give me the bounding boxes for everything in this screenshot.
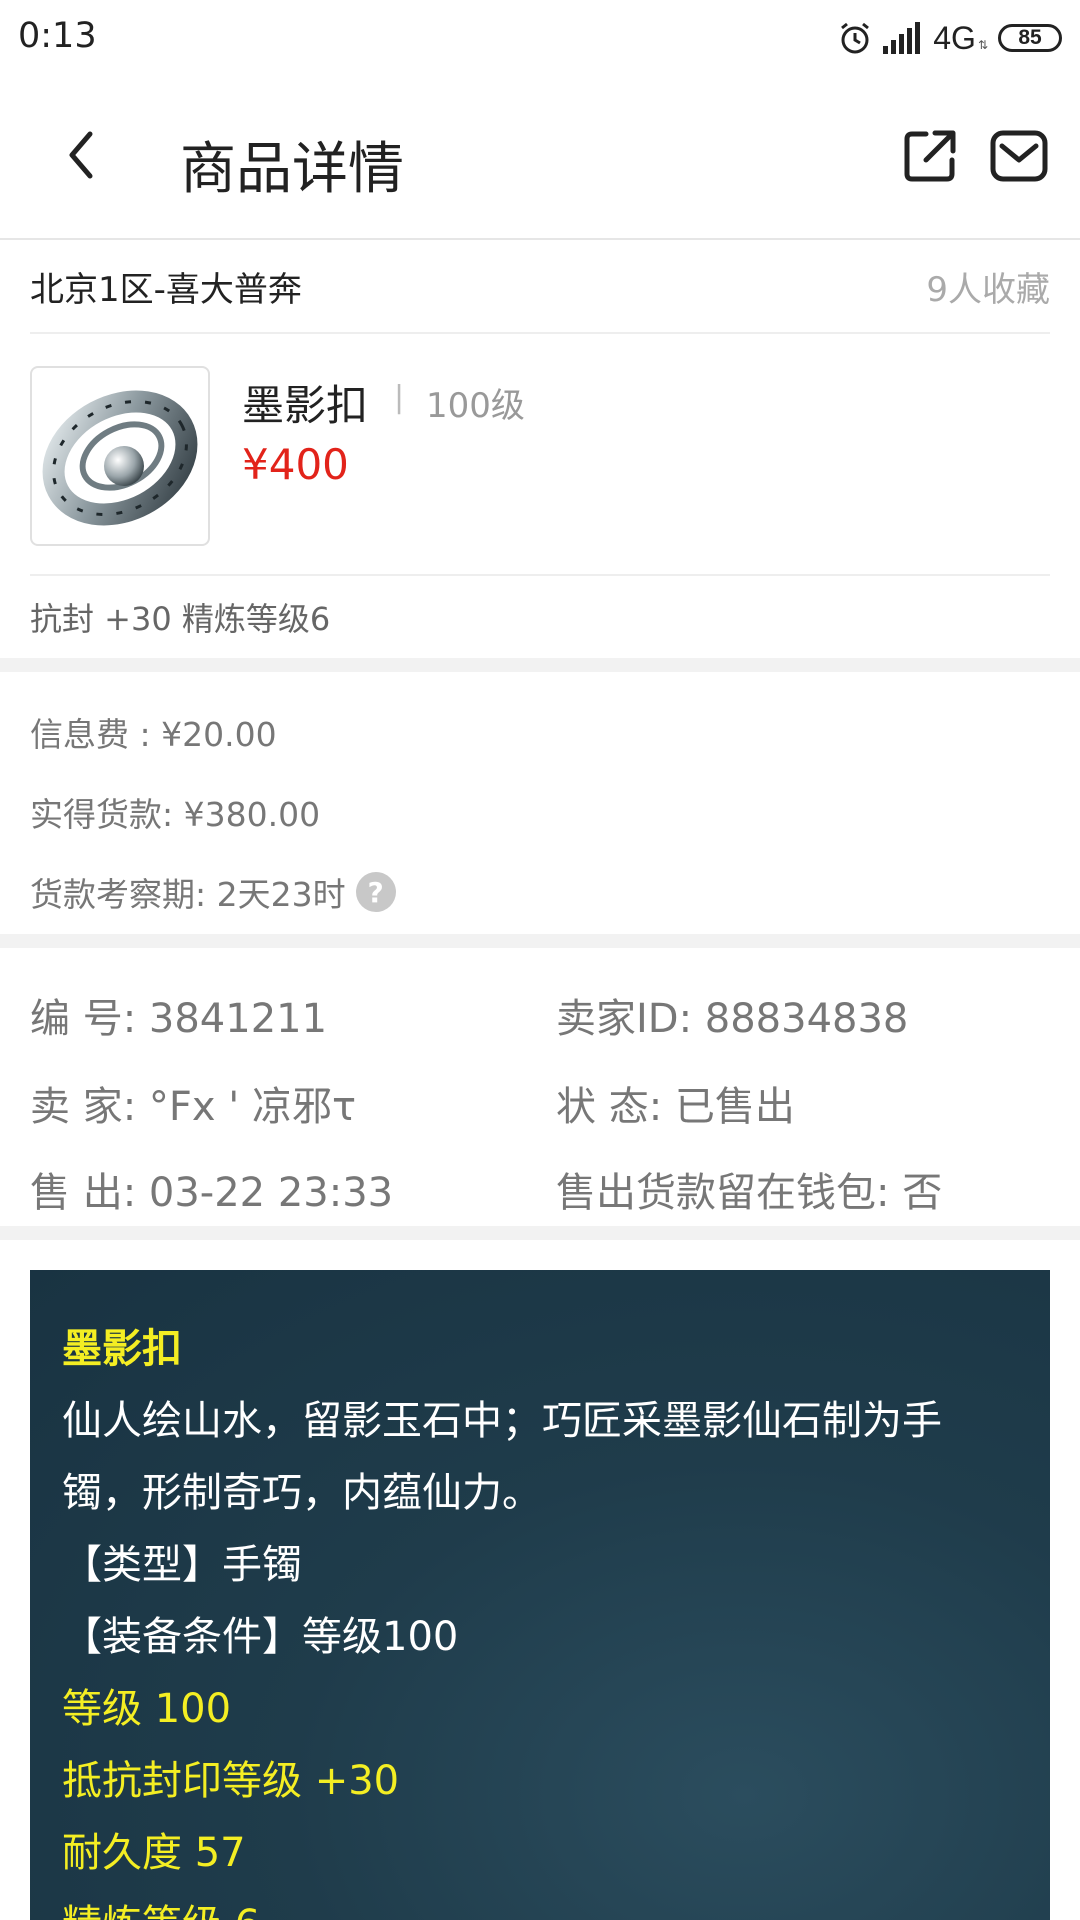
section-divider bbox=[0, 1226, 1080, 1240]
description-title: 墨影扣 bbox=[62, 1326, 182, 1372]
top-navigation-bar: 商品详情 bbox=[0, 76, 1080, 240]
network-type: 4G bbox=[933, 19, 976, 56]
back-button[interactable] bbox=[50, 120, 110, 190]
section-divider bbox=[0, 658, 1080, 672]
info-fee: 信息费 : ¥20.00 bbox=[30, 708, 277, 756]
page-title: 商品详情 bbox=[180, 137, 404, 202]
order-number: 编 号: 3841211 bbox=[30, 996, 328, 1042]
message-button[interactable] bbox=[990, 130, 1048, 182]
favorite-count[interactable]: 9人收藏 bbox=[926, 262, 1050, 311]
section-divider bbox=[0, 934, 1080, 948]
item-summary: 墨影扣 | 100级 ¥400 bbox=[30, 334, 1050, 576]
actual-payment-text: 实得货款: ¥380.00 bbox=[30, 795, 321, 834]
description-lore-line: 镯，形制奇巧，内蕴仙力。 bbox=[62, 1470, 542, 1516]
battery-level: 85 bbox=[998, 24, 1062, 52]
review-period-text: 货款考察期: 2天23时 bbox=[30, 875, 346, 914]
item-description-panel: 墨影扣 仙人绘山水，留影玉石中；巧匠采墨影仙石制为手 镯，形制奇巧，内蕴仙力。 … bbox=[30, 1270, 1050, 1920]
stat-durability: 耐久度 57 bbox=[62, 1830, 246, 1876]
share-icon bbox=[904, 130, 956, 182]
item-name: 墨影扣 bbox=[242, 381, 369, 430]
stat-refine: 精炼等级 6 bbox=[62, 1892, 260, 1920]
seller-name: 卖 家: °Fx ' 凉邪τ bbox=[30, 1084, 357, 1130]
actual-payment: 实得货款: ¥380.00 bbox=[30, 788, 320, 836]
seller-id: 卖家ID: 88834838 bbox=[556, 996, 909, 1042]
alarm-icon bbox=[841, 22, 870, 54]
description-requirement: 【装备条件】等级100 bbox=[62, 1614, 459, 1660]
signal-icon bbox=[883, 22, 921, 54]
status-bar: 0:13 4G ⇅ 85 bbox=[0, 0, 1080, 76]
status-icons: 4G ⇅ 85 bbox=[837, 18, 1062, 58]
description-type: 【类型】手镯 bbox=[62, 1542, 302, 1588]
mail-icon bbox=[990, 130, 1048, 182]
name-level-separator: | bbox=[394, 380, 405, 415]
share-button[interactable] bbox=[902, 128, 958, 184]
help-icon[interactable]: ? bbox=[355, 872, 396, 912]
sold-time: 售 出: 03-22 23:33 bbox=[30, 1170, 394, 1216]
item-thumbnail[interactable] bbox=[30, 366, 210, 546]
stat-resist-seal: 抵抗封印等级 +30 bbox=[62, 1758, 400, 1804]
item-attributes: 抗封 +30 精炼等级6 bbox=[30, 600, 331, 638]
item-price: ¥400 bbox=[242, 440, 349, 489]
info-fee-text: 信息费 : ¥20.00 bbox=[30, 715, 277, 754]
stat-level: 等级 100 bbox=[62, 1686, 232, 1732]
description-lore-line: 仙人绘山水，留影玉石中；巧匠采墨影仙石制为手 bbox=[62, 1398, 942, 1444]
listing-state: 状 态: 已售出 bbox=[556, 1084, 795, 1130]
bracelet-icon bbox=[42, 390, 198, 526]
status-time: 0:13 bbox=[18, 16, 97, 56]
item-level: 100级 bbox=[426, 386, 525, 426]
back-icon bbox=[69, 131, 93, 179]
network-activity: ⇅ bbox=[977, 38, 988, 52]
keep-in-wallet: 售出货款留在钱包: 否 bbox=[556, 1170, 943, 1216]
review-period: 货款考察期: 2天23时 ? bbox=[30, 868, 396, 916]
server-name: 北京1区-喜大普奔 bbox=[30, 270, 302, 310]
server-row: 北京1区-喜大普奔 9人收藏 bbox=[30, 240, 1050, 334]
